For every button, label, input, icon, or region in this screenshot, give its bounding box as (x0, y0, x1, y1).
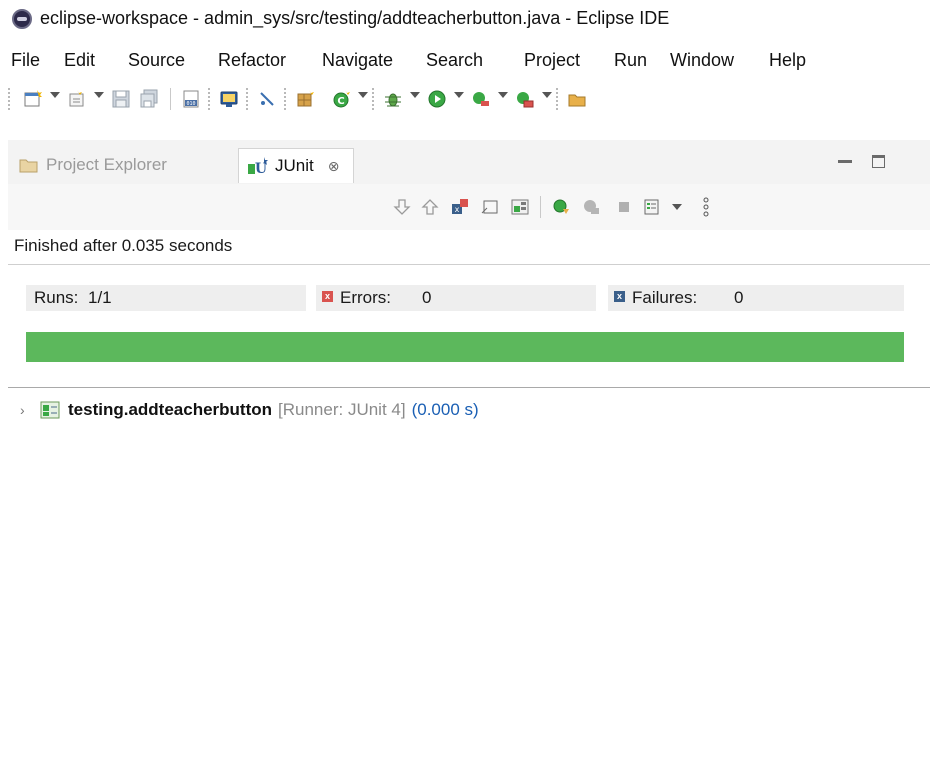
menu-edit[interactable]: Edit (64, 50, 95, 71)
coverage-dropdown-arrow-icon[interactable] (498, 92, 508, 98)
toolbar-grip[interactable] (8, 88, 10, 110)
errors-counter: x Errors: 0 (316, 285, 596, 311)
open-dropdown-arrow-icon[interactable] (94, 92, 104, 98)
test-runner-label: [Runner: JUnit 4] (278, 400, 406, 419)
menu-file[interactable]: File (11, 50, 40, 71)
toolbar-separator (170, 88, 171, 110)
rerun-test-icon[interactable] (550, 196, 574, 218)
svg-text:010: 010 (186, 101, 195, 107)
open-folder-icon[interactable] (566, 88, 588, 110)
new-class-dropdown-arrow-icon[interactable] (358, 92, 368, 98)
rerun-failures-first-icon[interactable] (580, 196, 604, 218)
failure-icon: x (614, 291, 625, 302)
maximize-view-icon[interactable] (872, 155, 885, 168)
close-tab-icon[interactable]: ⊗ (328, 158, 340, 175)
failures-label: Failures: (632, 288, 698, 307)
tab-junit[interactable]: U JUnit ⊗ (238, 148, 355, 183)
new-wizard-icon[interactable] (22, 88, 44, 110)
binary-file-icon[interactable]: 010 (180, 88, 202, 110)
show-failures-only-icon[interactable]: x (448, 196, 472, 218)
menu-refactor[interactable]: Refactor (218, 50, 286, 71)
runs-counter: Runs: 1/1 (26, 285, 306, 311)
menu-project[interactable]: Project (524, 50, 580, 71)
run-icon[interactable] (426, 88, 448, 110)
next-failure-icon[interactable] (390, 196, 414, 218)
view-menu-icon[interactable] (694, 196, 718, 218)
new-java-project-icon[interactable] (294, 88, 316, 110)
test-suite-row[interactable]: › testing.addteacherbutton [Runner: JUni… (20, 396, 479, 424)
debug-icon[interactable] (382, 88, 404, 110)
test-progress-fill (26, 332, 904, 362)
minimize-view-icon[interactable] (838, 160, 852, 163)
save-all-icon[interactable] (138, 88, 160, 110)
skip-breakpoints-icon[interactable] (256, 88, 278, 110)
expand-chevron-icon[interactable]: › (20, 402, 36, 418)
new-class-icon[interactable]: C (330, 88, 352, 110)
new-dropdown-arrow-icon[interactable] (50, 92, 60, 98)
menu-search[interactable]: Search (426, 50, 483, 71)
failures-value: 0 (734, 288, 744, 307)
test-counters: Runs: 1/1 x Errors: 0 x Failures: 0 (26, 285, 904, 311)
test-suite-icon (40, 401, 60, 419)
window-title: eclipse-workspace - admin_sys/src/testin… (40, 8, 670, 28)
menu-source[interactable]: Source (128, 50, 185, 71)
history-dropdown-arrow-icon[interactable] (672, 204, 682, 210)
menu-navigate[interactable]: Navigate (322, 50, 393, 71)
test-progress-bar (26, 332, 904, 362)
stop-test-run-icon[interactable] (612, 196, 636, 218)
tab-project-explorer-label: Project Explorer (46, 155, 167, 174)
junit-icon: U (247, 156, 269, 177)
external-tools-dropdown-arrow-icon[interactable] (542, 92, 552, 98)
view-toolbar-separator (540, 196, 541, 218)
runs-label: Runs: (34, 288, 79, 307)
toolbar-grip[interactable] (284, 88, 286, 110)
test-suite-name: testing.addteacherbutton (68, 400, 273, 419)
errors-label: Errors: (340, 288, 391, 307)
layout-icon[interactable] (508, 196, 532, 218)
save-icon[interactable] (110, 88, 132, 110)
divider (8, 387, 930, 388)
view-tab-bar: Project Explorer U JUnit ⊗ (8, 140, 930, 185)
console-icon[interactable] (218, 88, 240, 110)
tab-junit-label: JUnit (275, 156, 314, 175)
test-duration: (0.000 s) (411, 400, 479, 419)
toolbar-grip[interactable] (556, 88, 558, 110)
toolbar-grip[interactable] (246, 88, 248, 110)
main-toolbar: 010 C (0, 80, 935, 118)
junit-view-panel: Project Explorer U JUnit ⊗ x Finished af… (8, 140, 930, 765)
runs-value: 1/1 (88, 288, 112, 307)
eclipse-app-icon (12, 9, 32, 29)
scroll-lock-icon[interactable] (478, 196, 502, 218)
tab-project-explorer[interactable]: Project Explorer (18, 148, 167, 182)
divider (8, 264, 930, 265)
menu-window[interactable]: Window (670, 50, 734, 71)
test-run-history-icon[interactable] (640, 196, 664, 218)
previous-failure-icon[interactable] (418, 196, 442, 218)
open-type-icon[interactable] (66, 88, 88, 110)
failures-counter: x Failures: 0 (608, 285, 904, 311)
project-explorer-icon (18, 155, 40, 175)
menu-help[interactable]: Help (769, 50, 806, 71)
svg-text:x: x (455, 205, 460, 214)
errors-value: 0 (422, 288, 432, 307)
window-titlebar[interactable]: eclipse-workspace - admin_sys/src/testin… (0, 0, 935, 38)
menu-run[interactable]: Run (614, 50, 647, 71)
coverage-icon[interactable] (470, 88, 492, 110)
run-dropdown-arrow-icon[interactable] (454, 92, 464, 98)
error-icon: x (322, 291, 333, 302)
test-run-status: Finished after 0.035 seconds (14, 236, 233, 255)
svg-text:C: C (337, 96, 344, 107)
junit-view-toolbar: x (8, 184, 930, 230)
external-tools-icon[interactable] (514, 88, 536, 110)
debug-dropdown-arrow-icon[interactable] (410, 92, 420, 98)
toolbar-grip[interactable] (372, 88, 374, 110)
toolbar-grip[interactable] (208, 88, 210, 110)
menu-bar: File Edit Source Refactor Navigate Searc… (0, 46, 935, 76)
